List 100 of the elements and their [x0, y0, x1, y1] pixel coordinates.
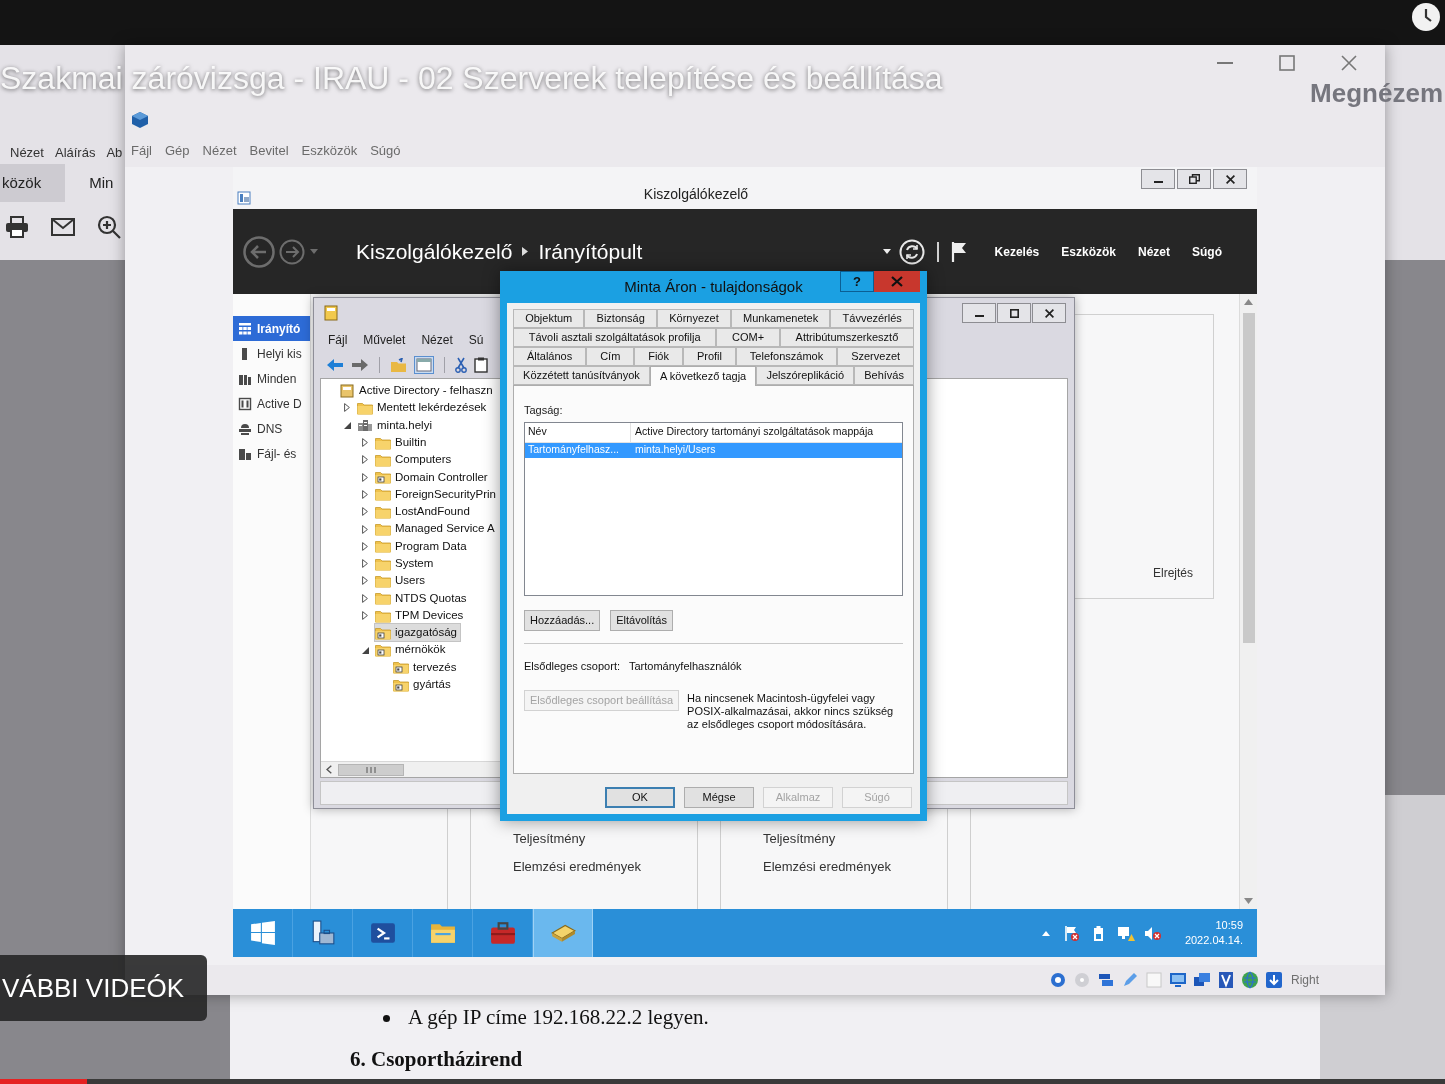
column-header[interactable]: Active Directory tartományi szolgáltatások mappája: [631, 422, 902, 442]
close-button[interactable]: [1032, 303, 1066, 323]
menu-item[interactable]: Eszközök: [301, 141, 358, 161]
tree-item[interactable]: minta.helyi: [356, 415, 436, 435]
tab[interactable]: Fiók: [634, 347, 683, 366]
up-arrow-icon[interactable]: [1244, 299, 1253, 305]
close-button[interactable]: [1213, 169, 1247, 189]
folder-up-icon[interactable]: [390, 357, 407, 373]
scissors-icon[interactable]: [455, 357, 467, 373]
tile-link[interactable]: Teljesítmény: [763, 829, 836, 849]
tab[interactable]: A következő tagja: [649, 366, 757, 386]
menu-item[interactable]: Kezelés: [994, 242, 1040, 261]
menu-item[interactable]: Súgó: [1192, 242, 1222, 261]
clock-icon[interactable]: [1411, 2, 1441, 32]
tree-item[interactable]: gyártás: [392, 675, 455, 695]
menu-item[interactable]: Ab: [106, 143, 123, 163]
breadcrumb-item[interactable]: Kiszolgálókezelő: [356, 235, 513, 268]
tree-item[interactable]: igazgatóság: [374, 623, 462, 643]
menu-item[interactable]: Fájl: [328, 331, 348, 349]
tab[interactable]: Behívás: [854, 366, 914, 385]
expand-arrow-icon[interactable]: [362, 576, 368, 586]
menu-item[interactable]: Eszközök: [1061, 242, 1116, 261]
scrollbar-thumb[interactable]: [1242, 313, 1255, 643]
tab[interactable]: Biztonság: [584, 309, 657, 328]
zoom-icon[interactable]: [97, 215, 121, 239]
tab[interactable]: Attribútumszerkesztő: [779, 328, 914, 347]
maximize-button[interactable]: [997, 303, 1031, 323]
collapse-arrow-icon[interactable]: [343, 421, 351, 429]
progress-track[interactable]: [0, 1079, 1445, 1084]
expand-arrow-icon[interactable]: [362, 472, 368, 482]
tab[interactable]: Objektum: [513, 309, 585, 328]
stack-icon[interactable]: [1097, 971, 1115, 989]
expand-arrow-icon[interactable]: [362, 541, 368, 551]
breadcrumb-item[interactable]: Irányítópult: [538, 235, 643, 268]
minimize-button[interactable]: [962, 303, 996, 323]
sidebar-item[interactable]: Fájl- és: [233, 441, 310, 466]
caret-up-icon[interactable]: [1041, 930, 1050, 936]
expand-arrow-icon[interactable]: [344, 403, 350, 413]
window-icon[interactable]: [414, 356, 434, 374]
tile-link[interactable]: Teljesítmény: [513, 829, 586, 849]
menu-item[interactable]: Művelet: [363, 331, 406, 349]
tree-item[interactable]: Managed Service A: [374, 519, 499, 539]
tree-item[interactable]: mérnökök: [374, 640, 450, 660]
caret-down-icon[interactable]: [882, 249, 891, 254]
restore-button[interactable]: [1177, 169, 1211, 189]
arrow-down-icon[interactable]: [1265, 971, 1283, 989]
maximize-icon[interactable]: [1279, 55, 1295, 71]
flag-icon[interactable]: [950, 240, 967, 263]
tree-item[interactable]: TPM Devices: [374, 605, 468, 626]
tab[interactable]: Általános: [513, 347, 587, 366]
tree-item[interactable]: Computers: [374, 450, 456, 470]
column-header[interactable]: Név: [525, 422, 631, 442]
minimize-button[interactable]: [1141, 169, 1175, 189]
tree-item[interactable]: Program Data: [374, 536, 471, 556]
expand-arrow-icon[interactable]: [362, 507, 368, 517]
tree-item[interactable]: Users: [374, 571, 430, 591]
tab[interactable]: Szervezet: [837, 347, 914, 366]
tab[interactable]: Telefonszámok: [735, 347, 838, 366]
refresh-icon[interactable]: [898, 238, 925, 265]
menu-item[interactable]: Aláírás: [54, 143, 96, 163]
tab[interactable]: Távoli asztali szolgáltatások profilja: [513, 328, 717, 347]
tab[interactable]: Környezet: [657, 309, 731, 328]
down-arrow-icon[interactable]: [1244, 898, 1253, 904]
ring-icon[interactable]: [1049, 971, 1067, 989]
hide-link[interactable]: Elrejtés: [1153, 564, 1193, 582]
tree-item[interactable]: System: [374, 554, 438, 574]
tab[interactable]: Cím: [586, 347, 635, 366]
expand-arrow-icon[interactable]: [362, 489, 368, 499]
menu-item[interactable]: Nézet: [10, 143, 44, 163]
sidebar-item[interactable]: Active D: [233, 391, 310, 416]
tree-item[interactable]: NTDS Quotas: [374, 588, 471, 608]
back-arrow-icon[interactable]: [326, 358, 344, 372]
sidebar-item[interactable]: Irányító: [233, 316, 310, 341]
expand-arrow-icon[interactable]: [362, 611, 368, 620]
globe-icon[interactable]: [1241, 971, 1259, 989]
scrollbar-thumb[interactable]: [338, 763, 404, 776]
clipboard-icon[interactable]: [474, 357, 488, 373]
tree-item[interactable]: Active Directory - felhaszn: [338, 381, 497, 401]
more-videos-button[interactable]: VÁBBI VIDEÓK: [0, 955, 207, 1021]
close-icon[interactable]: [1341, 55, 1357, 71]
dialog-button[interactable]: Eltávolítás: [610, 609, 673, 631]
dialog-button[interactable]: OK: [605, 787, 675, 808]
expand-arrow-icon[interactable]: [362, 524, 368, 534]
tab[interactable]: COM+: [716, 328, 780, 347]
sidebar-item[interactable]: Helyi kis: [233, 341, 310, 366]
tab[interactable]: Jelszóreplikáció: [756, 366, 855, 385]
sidebar-item[interactable]: DNS: [233, 416, 310, 441]
expand-arrow-icon[interactable]: [362, 593, 368, 603]
menu-item[interactable]: Sú: [468, 331, 484, 349]
printer-icon[interactable]: [5, 216, 29, 238]
expand-arrow-icon[interactable]: [362, 559, 368, 569]
tab[interactable]: Profil: [682, 347, 736, 366]
expand-arrow-icon[interactable]: [362, 438, 368, 448]
tree-item[interactable]: Mentett lekérdezések: [356, 398, 491, 418]
menu-item[interactable]: Nézet: [421, 331, 453, 349]
tile-link[interactable]: Elemzési eredmények: [513, 857, 641, 877]
sidebar-item[interactable]: Minden: [233, 366, 310, 391]
menu-item[interactable]: Nézet: [1138, 242, 1170, 261]
v-shape-icon[interactable]: [1217, 971, 1235, 989]
toolbar-tab[interactable]: közök: [0, 164, 66, 202]
